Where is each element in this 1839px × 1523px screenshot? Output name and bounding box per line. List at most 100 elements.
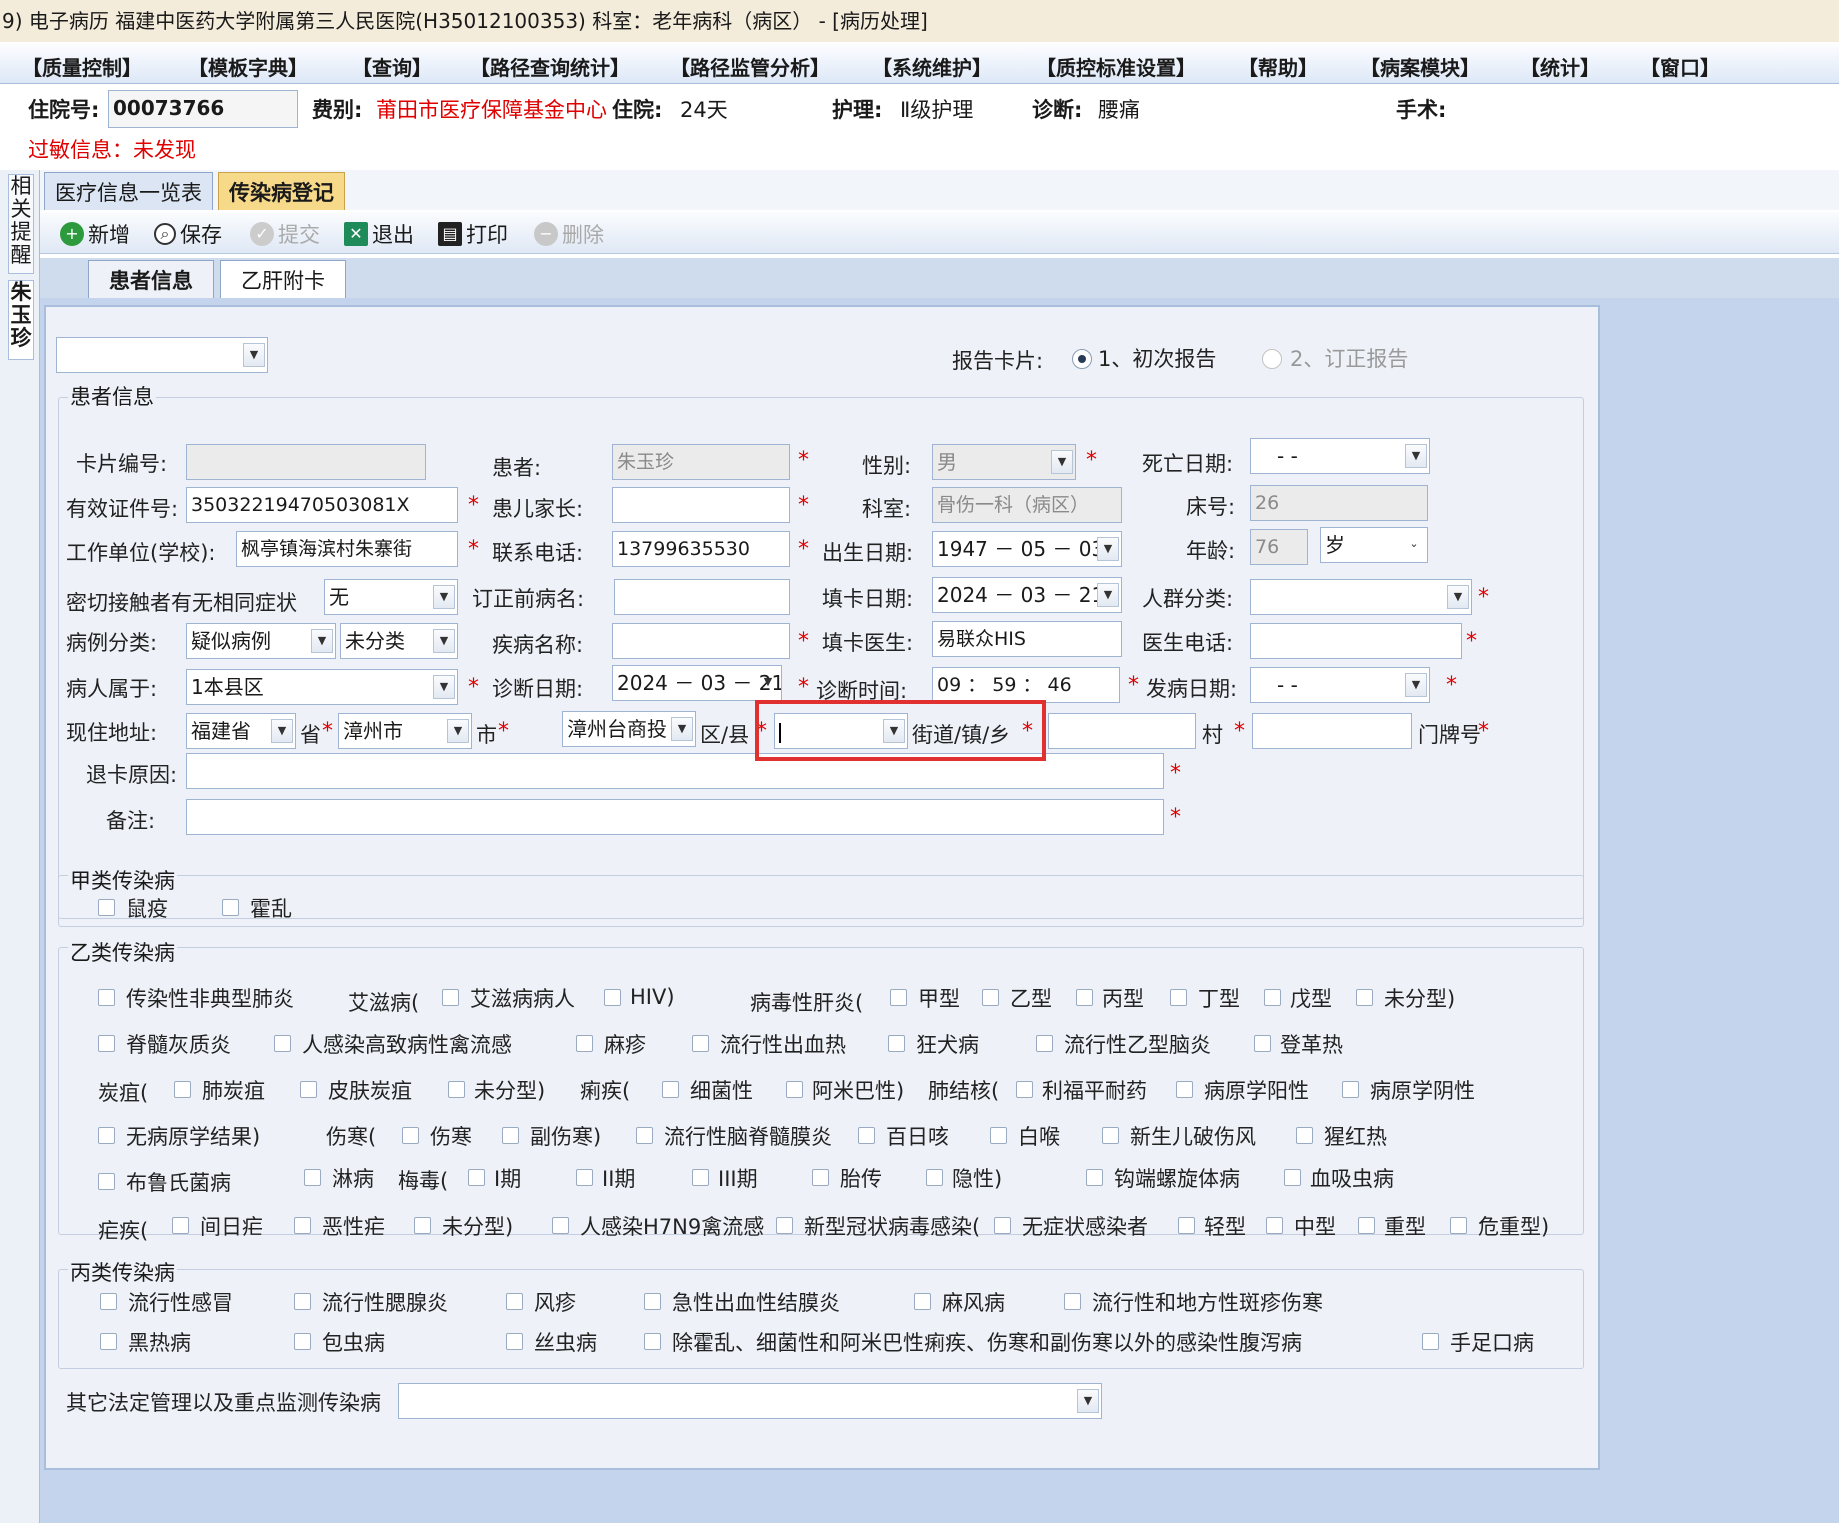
- province-select[interactable]: 福建省 ▼: [186, 713, 296, 749]
- menu-system-maintenance[interactable]: 【系统维护】: [872, 52, 992, 81]
- checkbox-pathogen-positive[interactable]: [1176, 1081, 1193, 1098]
- checkbox-hep-b[interactable]: [982, 989, 999, 1006]
- other-disease-select[interactable]: ▼: [398, 1383, 1102, 1419]
- checkbox-amoebic[interactable]: [786, 1081, 803, 1098]
- menu-qc-standards[interactable]: 【质控标准设置】: [1036, 52, 1196, 81]
- village-field[interactable]: [1048, 713, 1196, 749]
- delete-button[interactable]: − 删除: [534, 219, 604, 249]
- save-button[interactable]: ⌕ 保存: [154, 219, 222, 249]
- checkbox-critical[interactable]: [1450, 1217, 1467, 1234]
- checkbox-leptospirosis[interactable]: [1086, 1169, 1103, 1186]
- doctor-phone-field[interactable]: [1250, 623, 1462, 659]
- tab-patient-info[interactable]: 患者信息: [88, 260, 214, 298]
- admission-no-field[interactable]: 00073766: [108, 90, 298, 128]
- crowd-type-select[interactable]: ▼: [1250, 579, 1472, 615]
- checkbox-pathogen-negative[interactable]: [1342, 1081, 1359, 1098]
- menu-window[interactable]: 【窗口】: [1640, 52, 1720, 81]
- menu-help[interactable]: 【帮助】: [1238, 52, 1318, 81]
- checkbox-severe[interactable]: [1358, 1217, 1375, 1234]
- checkbox-avian-flu[interactable]: [274, 1035, 291, 1052]
- checkbox-measles[interactable]: [576, 1035, 593, 1052]
- checkbox-h7n9[interactable]: [552, 1217, 569, 1234]
- checkbox-latent[interactable]: [926, 1169, 943, 1186]
- checkbox-conjunctivitis[interactable]: [644, 1293, 661, 1310]
- checkbox-rabies[interactable]: [888, 1035, 905, 1052]
- checkbox-falciparum[interactable]: [294, 1217, 311, 1234]
- checkbox-kala-azar[interactable]: [100, 1333, 117, 1350]
- menu-path-query-stats[interactable]: 【路径查询统计】: [470, 52, 630, 81]
- sidebar-tab-reminders[interactable]: 相关提醒: [8, 174, 34, 274]
- belong-select[interactable]: 1本县区 ▼: [186, 669, 458, 705]
- menu-case-module[interactable]: 【病案模块】: [1360, 52, 1480, 81]
- checkbox-hfmd[interactable]: [1422, 1333, 1439, 1350]
- doctor-field[interactable]: 易联众HIS: [932, 621, 1122, 657]
- prev-disease-field[interactable]: [614, 579, 790, 615]
- checkbox-dengue[interactable]: [1254, 1035, 1271, 1052]
- onset-date-picker[interactable]: - - ▼: [1250, 667, 1430, 703]
- tab-infectious-registration[interactable]: 传染病登记: [218, 172, 345, 210]
- sex-select[interactable]: 男 ▼: [932, 444, 1076, 480]
- checkbox-syphilis-1[interactable]: [468, 1169, 485, 1186]
- checkbox-mumps[interactable]: [294, 1293, 311, 1310]
- sidebar-tab-patient[interactable]: 朱玉珍: [8, 280, 34, 360]
- checkbox-congenital[interactable]: [812, 1169, 829, 1186]
- print-button[interactable]: ▤ 打印: [438, 219, 508, 249]
- contact-symptom-select[interactable]: 无 ▼: [324, 579, 458, 615]
- checkbox-schistosomiasis[interactable]: [1284, 1169, 1301, 1186]
- county-select[interactable]: 漳州台商投 ▼: [562, 711, 696, 747]
- new-button[interactable]: + 新增: [60, 219, 130, 249]
- checkbox-syphilis-3[interactable]: [692, 1169, 709, 1186]
- exit-button[interactable]: ✕ 退出: [344, 219, 414, 249]
- checkbox-hep-d[interactable]: [1170, 989, 1187, 1006]
- checkbox-diphtheria[interactable]: [990, 1127, 1007, 1144]
- checkbox-rifampicin-resistant[interactable]: [1016, 1081, 1033, 1098]
- tab-medical-overview[interactable]: 医疗信息一览表: [44, 172, 213, 210]
- menu-quality-control[interactable]: 【质量控制】: [22, 52, 142, 81]
- checkbox-hep-e[interactable]: [1264, 989, 1281, 1006]
- checkbox-malaria-unclassified[interactable]: [414, 1217, 431, 1234]
- menu-statistics[interactable]: 【统计】: [1520, 52, 1600, 81]
- checkbox-typhus[interactable]: [1064, 1293, 1081, 1310]
- checkbox-hep-a[interactable]: [890, 989, 907, 1006]
- death-date-picker[interactable]: - - ▼: [1250, 438, 1430, 474]
- work-unit-field[interactable]: 枫亭镇海滨村朱寨街: [236, 531, 458, 567]
- case-type-select[interactable]: 疑似病例 ▼: [186, 623, 336, 659]
- case-subtype-select[interactable]: 未分类 ▼: [340, 623, 458, 659]
- checkbox-hemorrhagic-fever[interactable]: [692, 1035, 709, 1052]
- checkbox-covid[interactable]: [776, 1217, 793, 1234]
- report-initial-radio[interactable]: [1072, 349, 1092, 369]
- checkbox-typhoid[interactable]: [402, 1127, 419, 1144]
- checkbox-syphilis-2[interactable]: [576, 1169, 593, 1186]
- dept-field[interactable]: 骨伤一科（病区）: [932, 487, 1122, 523]
- checkbox-scarlet-fever[interactable]: [1296, 1127, 1313, 1144]
- checkbox-sars[interactable]: [98, 989, 115, 1006]
- checkbox-brucellosis[interactable]: [98, 1173, 115, 1190]
- age-field[interactable]: 76: [1250, 529, 1308, 565]
- checkbox-aids-patient[interactable]: [442, 989, 459, 1006]
- checkbox-japanese-encephalitis[interactable]: [1036, 1035, 1053, 1052]
- birth-date-picker[interactable]: 1947 － 05 － 03 ▼: [932, 531, 1122, 567]
- checkbox-meningitis[interactable]: [636, 1127, 653, 1144]
- bed-field[interactable]: 26: [1250, 485, 1428, 521]
- checkbox-hep-unclassified[interactable]: [1356, 989, 1373, 1006]
- checkbox-leprosy[interactable]: [914, 1293, 931, 1310]
- checkbox-polio[interactable]: [98, 1035, 115, 1052]
- checkbox-hiv[interactable]: [604, 989, 621, 1006]
- tab-hepb-card[interactable]: 乙肝附卡: [220, 260, 346, 298]
- guardian-field[interactable]: [612, 487, 790, 523]
- checkbox-plague[interactable]: [98, 899, 115, 916]
- age-unit-select[interactable]: 岁 ⌄: [1320, 527, 1428, 563]
- diag-time-field[interactable]: 09 ： 59 ： 46: [932, 667, 1120, 703]
- checkbox-gonorrhea[interactable]: [304, 1169, 321, 1186]
- checkbox-rubella[interactable]: [506, 1293, 523, 1310]
- checkbox-filariasis[interactable]: [506, 1333, 523, 1350]
- diag-date-picker[interactable]: 2024 － 03 － 21 ▼: [612, 665, 782, 701]
- checkbox-infectious-diarrhea[interactable]: [644, 1333, 661, 1350]
- checkbox-bacillary[interactable]: [662, 1081, 679, 1098]
- checkbox-anthrax-unclassified[interactable]: [448, 1081, 465, 1098]
- city-select[interactable]: 漳州市 ▼: [338, 713, 472, 749]
- patient-name-field[interactable]: 朱玉珍: [612, 444, 790, 480]
- checkbox-neonatal-tetanus[interactable]: [1102, 1127, 1119, 1144]
- disease-name-field[interactable]: [612, 623, 790, 659]
- template-select[interactable]: ▼: [56, 337, 268, 373]
